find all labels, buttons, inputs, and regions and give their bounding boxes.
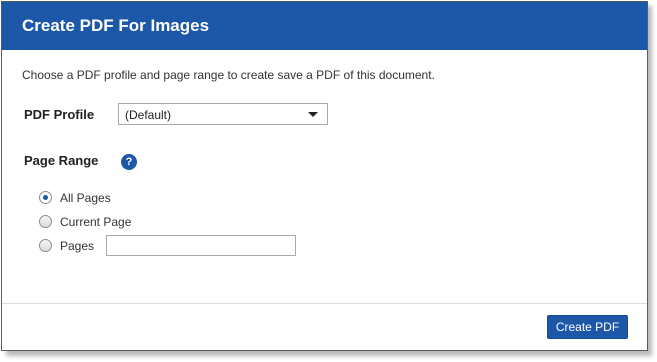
pdf-profile-label: PDF Profile xyxy=(24,107,95,122)
pages-label[interactable]: Pages xyxy=(60,239,94,253)
dialog-intro-text: Choose a PDF profile and page range to c… xyxy=(22,68,435,82)
current-page-radio[interactable] xyxy=(39,215,52,228)
create-pdf-button[interactable]: Create PDF xyxy=(547,315,628,339)
all-pages-radio[interactable] xyxy=(39,191,52,204)
screenshot-stage: Create PDF For Images Choose a PDF profi… xyxy=(0,0,657,362)
pages-range-input[interactable] xyxy=(106,235,296,256)
dialog-header: Create PDF For Images xyxy=(2,2,647,50)
radio-selected-dot xyxy=(43,195,48,200)
create-pdf-dialog: Create PDF For Images Choose a PDF profi… xyxy=(1,1,648,351)
dialog-title: Create PDF For Images xyxy=(22,16,210,35)
footer-divider xyxy=(2,303,647,304)
help-icon-symbol: ? xyxy=(125,156,133,168)
pdf-profile-selected-value: (Default) xyxy=(125,108,172,122)
page-range-label: Page Range xyxy=(24,153,99,168)
help-icon[interactable]: ? xyxy=(121,154,137,170)
chevron-down-icon xyxy=(308,112,318,117)
current-page-label[interactable]: Current Page xyxy=(60,215,131,229)
pdf-profile-select[interactable]: (Default) xyxy=(118,103,328,125)
pages-radio[interactable] xyxy=(39,239,52,252)
all-pages-label[interactable]: All Pages xyxy=(60,191,111,205)
